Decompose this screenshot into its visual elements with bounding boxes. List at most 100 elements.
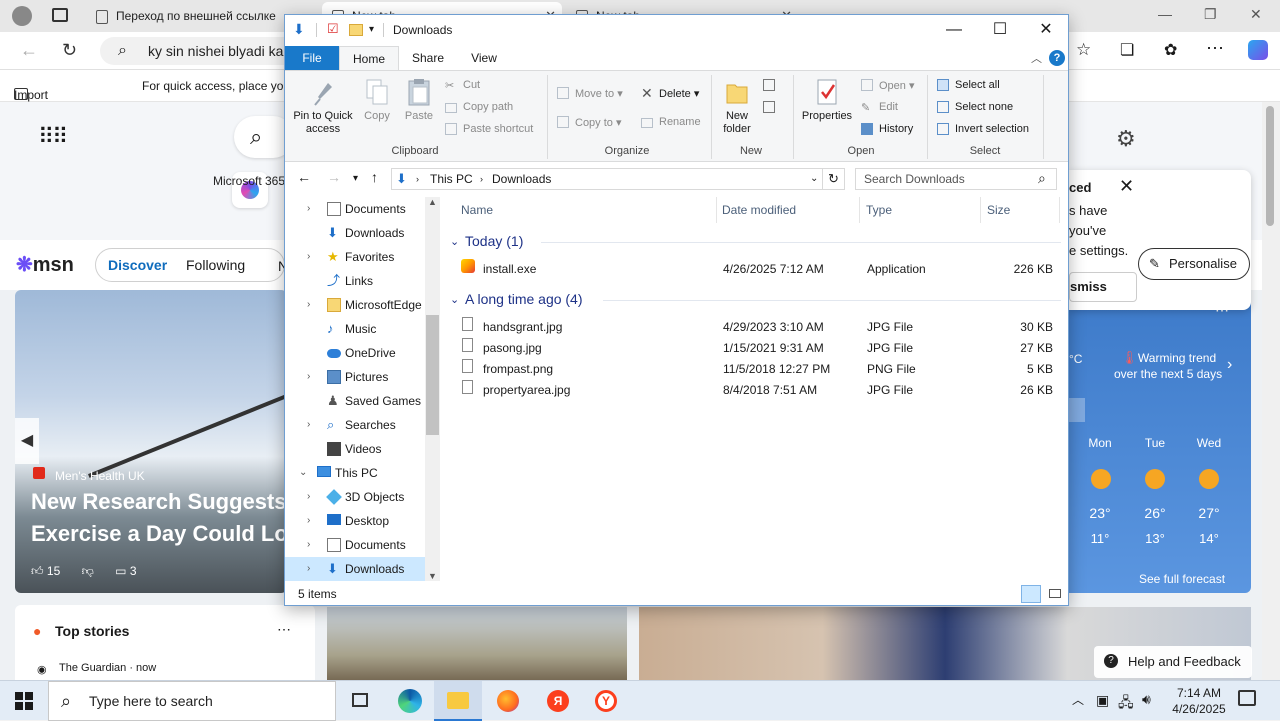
group-collapse-icon[interactable]: ⌄ (450, 235, 459, 248)
full-forecast-link[interactable]: See full forecast (1139, 572, 1225, 586)
invert-selection-button[interactable]: Invert selection (937, 123, 1029, 135)
hero-news-card[interactable]: Men's Health UK New Research Suggests Ex… (15, 290, 287, 593)
firefox-taskbar-button[interactable] (484, 681, 532, 721)
more-menu-icon[interactable]: ⋯ (1206, 38, 1224, 59)
hero-title[interactable]: New Research Suggests Exercise a Day Cou… (31, 486, 287, 550)
file-row[interactable]: propertyarea.jpg 8/4/2018 7:51 AM JPG File… (457, 380, 1057, 401)
msn-logo[interactable]: ❋msn (16, 252, 74, 277)
breadcrumb-downloads[interactable]: Downloads (492, 172, 551, 186)
back-arrow-icon[interactable]: ← (297, 169, 311, 185)
nav-item[interactable]: ♪ Music (285, 317, 425, 341)
copilot-icon[interactable] (1248, 40, 1268, 60)
file-row[interactable]: frompast.png 11/5/2018 12:27 PM PNG File 5 … (457, 359, 1057, 380)
move-to-button[interactable]: Move to ▾ (557, 87, 623, 100)
microsoft-365-label[interactable]: Microsoft 365 (213, 174, 285, 188)
nav-item[interactable]: ⬇ Downloads (285, 221, 425, 245)
start-button[interactable] (0, 681, 48, 721)
dislike-icon[interactable]: 👎︎ (82, 564, 94, 578)
column-type[interactable]: Type (866, 203, 892, 217)
edit-button[interactable]: ✎ Edit (861, 101, 898, 114)
expand-chevron-icon[interactable]: › (307, 485, 310, 509)
maximize-icon[interactable]: ☐ (977, 19, 1023, 43)
address-dropdown-icon[interactable]: ⌄ (810, 173, 818, 184)
nav-pane-scrollbar[interactable]: ▲ ▼ (425, 197, 440, 581)
expand-chevron-icon[interactable]: › (307, 413, 310, 437)
nav-item[interactable]: ⌄ This PC (285, 461, 425, 485)
nav-item[interactable]: › ⌕ Searches (285, 413, 425, 437)
new-item-icon[interactable] (763, 79, 775, 91)
nav-item[interactable]: ⤴ Links (285, 269, 425, 293)
show-hidden-icons[interactable]: ︿ (1072, 691, 1084, 708)
collapse-ribbon-icon[interactable]: ︿ (1031, 50, 1042, 66)
nav-item[interactable]: › ★ Favorites (285, 245, 425, 269)
scrollbar-thumb[interactable] (1266, 106, 1274, 226)
copy-path-button[interactable]: Copy path (445, 101, 513, 113)
top-stories-title[interactable]: Top stories (55, 623, 129, 639)
forward-arrow-icon[interactable]: → (327, 169, 341, 185)
help-icon[interactable]: ? (1049, 50, 1065, 66)
cut-button[interactable]: ✂ Cut (445, 79, 480, 92)
page-scrollbar[interactable] (1262, 102, 1280, 680)
copy-button[interactable]: Copy (359, 77, 395, 123)
nav-item[interactable]: › Desktop (285, 509, 425, 533)
scrollbar-thumb[interactable] (426, 315, 439, 435)
large-icons-view-icon[interactable] (1045, 585, 1065, 603)
rename-button[interactable]: Rename (641, 116, 701, 128)
nav-item[interactable]: Videos (285, 437, 425, 461)
breadcrumb-this-pc[interactable]: This PC (430, 172, 473, 186)
expand-chevron-icon[interactable]: › (307, 557, 310, 581)
group-collapse-icon[interactable]: ⌄ (450, 293, 459, 306)
file-row[interactable]: install.exe 4/26/2025 7:12 AM Application 2… (457, 259, 1057, 280)
nav-item[interactable]: ♟ Saved Games (285, 389, 425, 413)
pin-quick-access-button[interactable]: Pin to Quick access (289, 77, 357, 136)
properties-button[interactable]: Properties (799, 77, 855, 123)
expand-chevron-icon[interactable]: › (307, 293, 310, 317)
task-view-button[interactable] (336, 681, 384, 721)
file-row[interactable]: pasong.jpg 1/15/2021 9:31 AM JPG File 27 KB (457, 338, 1057, 359)
recent-locations-icon[interactable]: ▾ (353, 173, 358, 184)
like-icon[interactable]: 👍︎ (31, 564, 44, 578)
news-image-castle[interactable] (327, 607, 627, 680)
weather-tab[interactable] (1069, 398, 1085, 422)
chevron-right-icon[interactable]: › (1227, 356, 1232, 374)
select-none-button[interactable]: Select none (937, 101, 1013, 113)
yandex-taskbar-button[interactable]: Y (582, 681, 630, 721)
refresh-icon[interactable]: ↻ (62, 40, 77, 61)
help-feedback-button[interactable]: ? Help and Feedback (1094, 646, 1252, 678)
expand-chevron-icon[interactable]: › (307, 197, 310, 221)
nav-item[interactable]: › Documents (285, 533, 425, 557)
back-icon[interactable]: ← (20, 40, 38, 61)
collections-icon[interactable]: ❏ (1120, 40, 1134, 60)
collapse-chevron-icon[interactable]: ⌄ (299, 461, 307, 485)
nav-item[interactable]: › 3D Objects (285, 485, 425, 509)
meet-now-icon[interactable]: ▣ (1096, 692, 1109, 709)
settings-gear-icon[interactable]: ⚙ (1116, 126, 1136, 152)
network-icon[interactable]: 🖧︎ (1118, 692, 1134, 716)
details-view-icon[interactable] (1021, 585, 1041, 603)
tab-file[interactable]: File (285, 46, 339, 70)
minimize-icon[interactable]: — (931, 19, 977, 43)
weather-card[interactable]: ⋯ °C 🌡︎ Warming trend over the next 5 da… (1069, 290, 1251, 593)
notifications-icon[interactable] (1238, 690, 1256, 706)
edge-taskbar-button[interactable] (386, 681, 434, 721)
expand-chevron-icon[interactable]: › (307, 365, 310, 389)
refresh-button[interactable]: ↻ (823, 168, 845, 190)
tab-home[interactable]: Home (339, 46, 399, 70)
taskbar-search[interactable]: ⌕ Type here to search (48, 681, 336, 721)
nav-item[interactable]: › Documents (285, 197, 425, 221)
tab-view[interactable]: View (461, 46, 507, 70)
dismiss-button[interactable]: smiss (1069, 272, 1137, 302)
extensions-icon[interactable]: ✿ (1164, 40, 1177, 60)
column-size[interactable]: Size (987, 203, 1010, 217)
group-header[interactable]: A long time ago (4) (465, 291, 583, 307)
more-options-icon[interactable]: ⋯ (277, 621, 291, 638)
tab-following[interactable]: Following (186, 257, 245, 273)
column-date-modified[interactable]: Date modified (722, 203, 796, 217)
comment-icon[interactable]: ▭ (115, 564, 126, 578)
tab-actions-icon[interactable] (52, 8, 68, 22)
address-breadcrumb[interactable]: ⬇ › This PC › Downloads ⌄ (391, 168, 823, 190)
explorer-taskbar-button[interactable] (434, 681, 482, 721)
easy-access-icon[interactable] (763, 101, 775, 113)
new-folder-button[interactable]: New folder (715, 77, 759, 136)
system-clock[interactable]: 7:14 AM 4/26/2025 (1164, 685, 1234, 717)
